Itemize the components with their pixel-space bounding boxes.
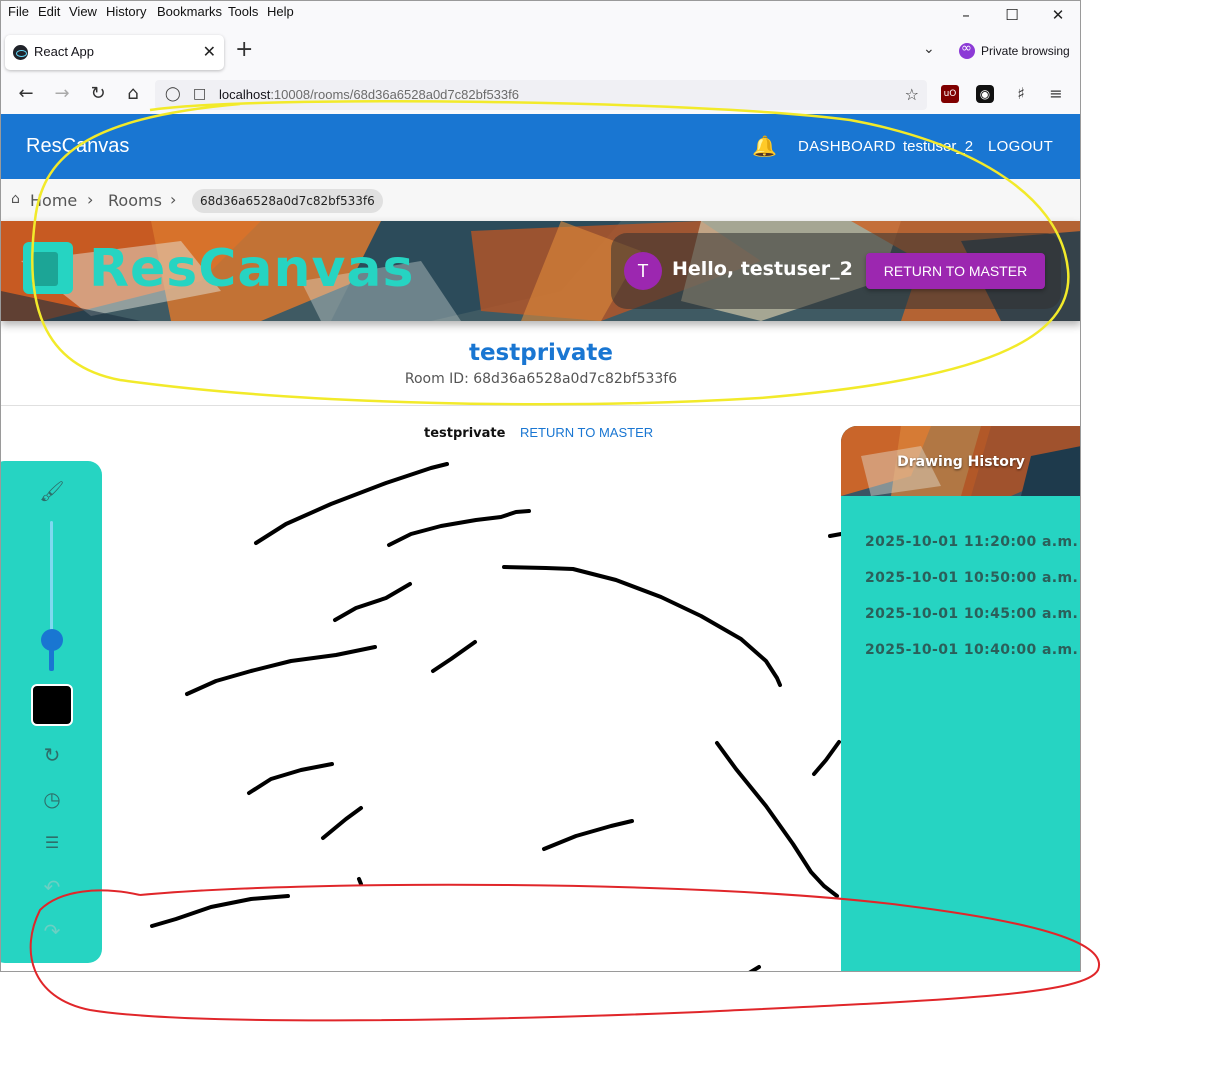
menu-help[interactable]: Help (267, 4, 294, 19)
react-favicon-icon (13, 45, 28, 60)
menu-file[interactable]: File (8, 4, 29, 19)
canvas-stroke (387, 509, 531, 547)
brush-icon[interactable]: 🖌 (38, 477, 66, 505)
canvas-stroke (748, 965, 761, 971)
brush-size-slider-thumb[interactable] (41, 629, 63, 651)
private-browsing-icon (959, 41, 975, 59)
menu-bar: File Edit View History Bookmarks Tools H… (1, 1, 1080, 27)
bookmark-star-icon[interactable]: ☆ (905, 85, 919, 104)
extension-icon[interactable]: ◉ (976, 85, 994, 103)
canvas-stroke (812, 740, 841, 776)
navigation-bar: ← → ↻ ⌂ ◯ □ localhost:10008/rooms/68d36a… (1, 77, 1080, 113)
url-bar[interactable]: ◯ □ localhost:10008/rooms/68d36a6528a0d7… (155, 80, 927, 110)
forward-icon[interactable]: → (50, 83, 74, 104)
new-tab-icon[interactable]: + (235, 39, 253, 61)
private-browsing-label: Private browsing (981, 44, 1070, 58)
canvas-stroke (150, 894, 290, 928)
hamburger-menu-icon[interactable]: ≡ (1047, 85, 1065, 103)
history-entry[interactable]: 2025-10-01 10:40:00 a.m. (865, 642, 1078, 658)
canvas-stroke (542, 819, 634, 851)
canvas-stroke (333, 582, 412, 622)
canvas-stroke (828, 532, 843, 538)
tab-strip: React App ✕ + ⌄ Private browsing (1, 31, 1080, 75)
drawing-toolbar: 🖌 ↻ ◷ ☰ ↶ ↷ (1, 461, 102, 963)
tab-close-icon[interactable]: ✕ (203, 42, 216, 61)
history-icon[interactable]: ◷ (38, 785, 66, 813)
menu-history[interactable]: History (106, 4, 146, 19)
reload-icon[interactable]: ↻ (86, 83, 110, 104)
menu-bookmarks[interactable]: Bookmarks (157, 4, 222, 19)
shield-icon[interactable]: ◯ (165, 86, 181, 102)
history-entry[interactable]: 2025-10-01 10:50:00 a.m. (865, 570, 1078, 586)
canvas-stroke (247, 762, 334, 795)
page-viewport: ResCanvas 🔔 DASHBOARD testuser_2 LOGOUT … (1, 114, 1080, 971)
minimize-icon[interactable]: – (943, 3, 989, 27)
extensions-puzzle-icon[interactable]: ♯ (1012, 85, 1030, 103)
canvas-stroke (431, 640, 477, 673)
history-title: Drawing History (897, 454, 1025, 470)
history-entry[interactable]: 2025-10-01 11:20:00 a.m. (865, 534, 1078, 550)
undo-icon[interactable]: ↶ (38, 873, 66, 901)
menu-edit[interactable]: Edit (38, 4, 60, 19)
menu-view[interactable]: View (69, 4, 97, 19)
close-window-icon[interactable]: ✕ (1035, 3, 1080, 27)
tab-react-app[interactable]: React App ✕ (5, 35, 224, 70)
menu-tools[interactable]: Tools (228, 4, 258, 19)
drawing-history-panel: Drawing History 2025-10-01 11:20:00 a.m.… (841, 426, 1080, 971)
refresh-icon[interactable]: ↻ (38, 741, 66, 769)
page-info-icon[interactable]: □ (193, 86, 206, 102)
url-text: localhost:10008/rooms/68d36a6528a0d7c82b… (219, 87, 519, 102)
canvas-stroke (321, 806, 363, 840)
browser-window: File Edit View History Bookmarks Tools H… (0, 0, 1081, 972)
clear-list-icon[interactable]: ☰ (38, 829, 66, 857)
tab-title: React App (34, 44, 94, 59)
maximize-icon[interactable]: ☐ (989, 3, 1035, 27)
canvas-stroke (502, 565, 782, 687)
chevron-down-icon[interactable]: ⌄ (923, 41, 935, 57)
history-header: Drawing History (841, 426, 1080, 496)
canvas-stroke (357, 877, 363, 886)
home-icon[interactable]: ⌂ (121, 83, 145, 104)
color-picker-swatch[interactable] (31, 684, 73, 726)
ublock-icon[interactable]: uO (941, 85, 959, 103)
canvas-stroke (185, 645, 377, 696)
redo-icon[interactable]: ↷ (38, 917, 66, 945)
history-entry[interactable]: 2025-10-01 10:45:00 a.m. (865, 606, 1078, 622)
back-icon[interactable]: ← (14, 83, 38, 104)
